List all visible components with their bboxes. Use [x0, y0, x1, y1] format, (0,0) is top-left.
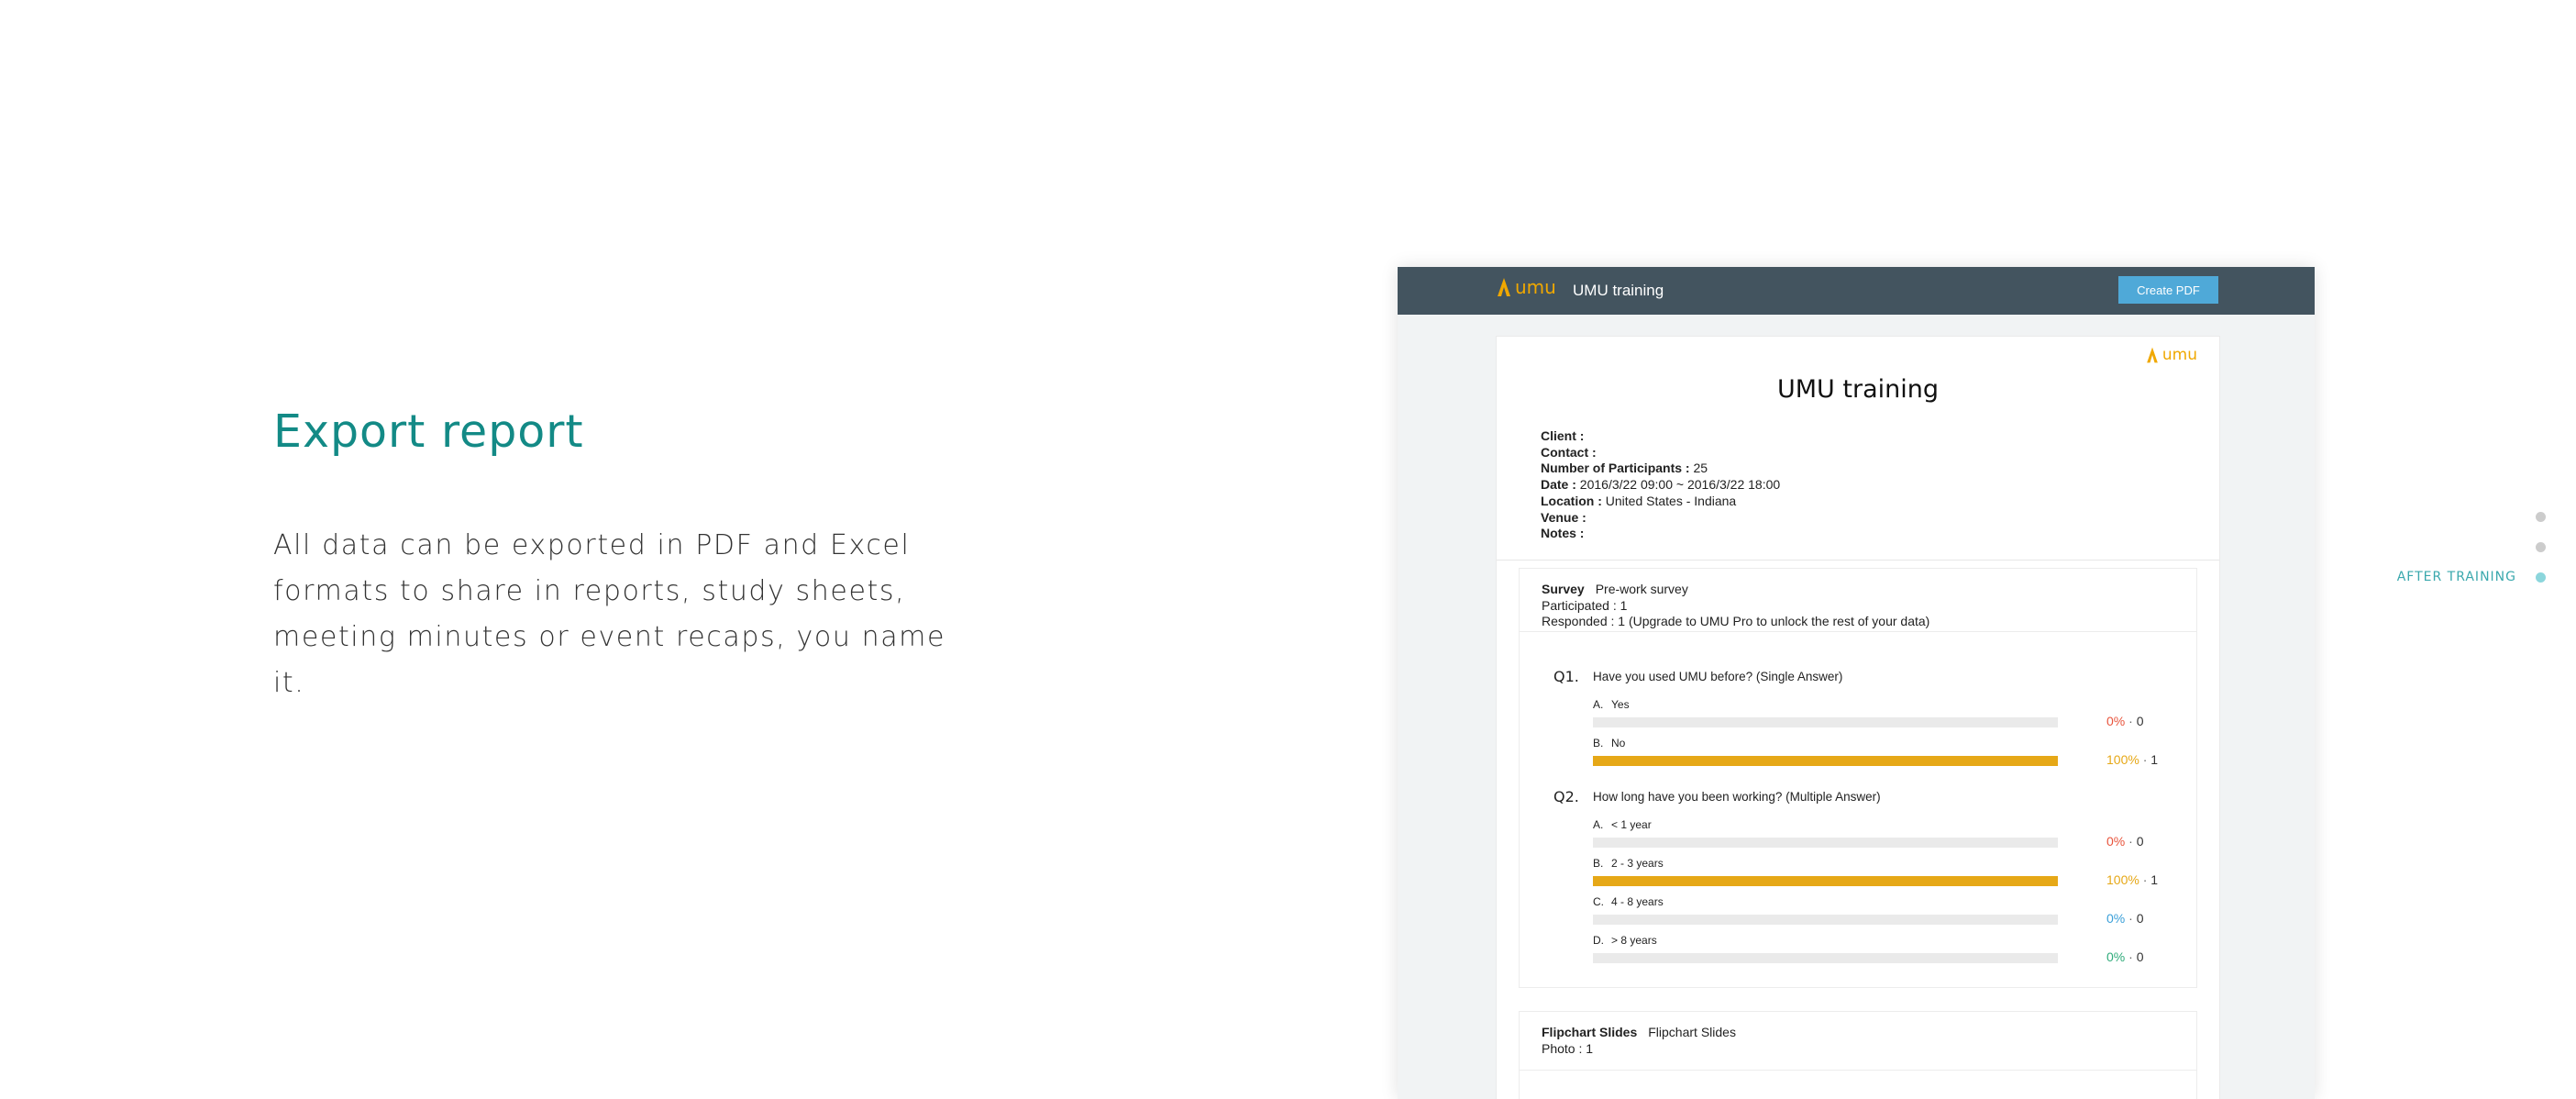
meta-row: Client : [1541, 428, 1585, 443]
responded-count: Responded : 1 (Upgrade to UMU Pro to unl… [1542, 614, 1930, 629]
meta-row: Number of Participants : 25 [1541, 461, 1708, 476]
section-title: Export report [273, 405, 584, 458]
question-number: Q2. [1553, 788, 1579, 805]
option-result: 100% · 1 [2106, 752, 2159, 767]
divider [1497, 560, 2219, 561]
report-app-window: umu UMU training Create PDF umu UMU trai… [1398, 267, 2315, 1099]
option-bar [1593, 876, 2058, 886]
option-bar [1593, 915, 2058, 925]
report-title: UMU training [1776, 375, 1939, 404]
divider [1520, 1070, 2196, 1071]
flipchart-card: Flipchart Slides Flipchart Slides Photo :… [1519, 1011, 2197, 1099]
survey-header: Survey Pre-work survey Participated : 1 R… [1520, 569, 2196, 631]
question-text: How long have you been working? (Multipl… [1593, 790, 1881, 804]
umu-logo[interactable]: umu [1496, 276, 1556, 298]
app-topbar: umu UMU training Create PDF [1398, 267, 2315, 315]
meta-row: Location : United States - Indiana [1541, 493, 1737, 508]
option-label: A. Yes [1593, 698, 1630, 711]
option-label: C. 4 - 8 years [1593, 895, 1664, 908]
umu-logo-icon [2147, 347, 2158, 363]
option-bar [1593, 756, 2058, 766]
sidenav-active-label[interactable]: AFTER TRAINING [2397, 570, 2516, 584]
survey-card: Survey Pre-work survey Participated : 1 R… [1519, 568, 2197, 988]
report-logo: umu [2145, 346, 2197, 364]
option-result: 0% · 0 [2106, 911, 2144, 926]
meta-row: Date : 2016/3/22 09:00 ~ 2016/3/22 18:00 [1541, 477, 1781, 493]
flipchart-name: Flipchart Slides [1648, 1025, 1736, 1039]
report-document: umu UMU training Client : Contact : Numb… [1496, 336, 2220, 1099]
option-result: 100% · 1 [2106, 872, 2159, 887]
divider [1520, 631, 2196, 632]
option-label: D. > 8 years [1593, 934, 1657, 947]
participated-count: Participated : 1 [1542, 597, 1628, 613]
create-pdf-button[interactable]: Create PDF [2118, 276, 2218, 304]
option-result: 0% · 0 [2106, 714, 2144, 728]
option-label: B. No [1593, 737, 1626, 749]
sidenav-dot-active[interactable] [2536, 572, 2546, 583]
meta-row: Contact : [1541, 444, 1597, 460]
sidenav-dot[interactable] [2536, 512, 2546, 522]
meta-row: Notes : [1541, 526, 1585, 541]
option-bar [1593, 953, 2058, 963]
flipchart-header: Flipchart Slides Flipchart Slides Photo :… [1520, 1012, 2196, 1057]
app-title: UMU training [1573, 282, 1664, 299]
survey-name: Pre-work survey [1595, 582, 1688, 596]
option-bar [1593, 838, 2058, 848]
section-description: All data can be exported in PDF and Exce… [273, 529, 946, 699]
umu-logo-icon [1498, 278, 1510, 296]
option-result: 0% · 0 [2106, 949, 2144, 964]
photo-count: Photo : 1 [1542, 1040, 1594, 1056]
logo-text: umu [2161, 346, 2197, 364]
sidenav-dot[interactable] [2536, 542, 2546, 552]
logo-text: umu [1515, 276, 1556, 298]
option-result: 0% · 0 [2106, 834, 2144, 849]
meta-row: Venue : [1541, 509, 1587, 525]
question-text: Have you used UMU before? (Single Answer… [1593, 670, 1843, 683]
option-bar [1593, 717, 2058, 727]
option-label: A. < 1 year [1593, 818, 1652, 831]
report-meta: Client : Contact : Number of Participant… [1541, 428, 1780, 542]
option-label: B. 2 - 3 years [1593, 857, 1664, 870]
question-number: Q1. [1553, 668, 1579, 685]
